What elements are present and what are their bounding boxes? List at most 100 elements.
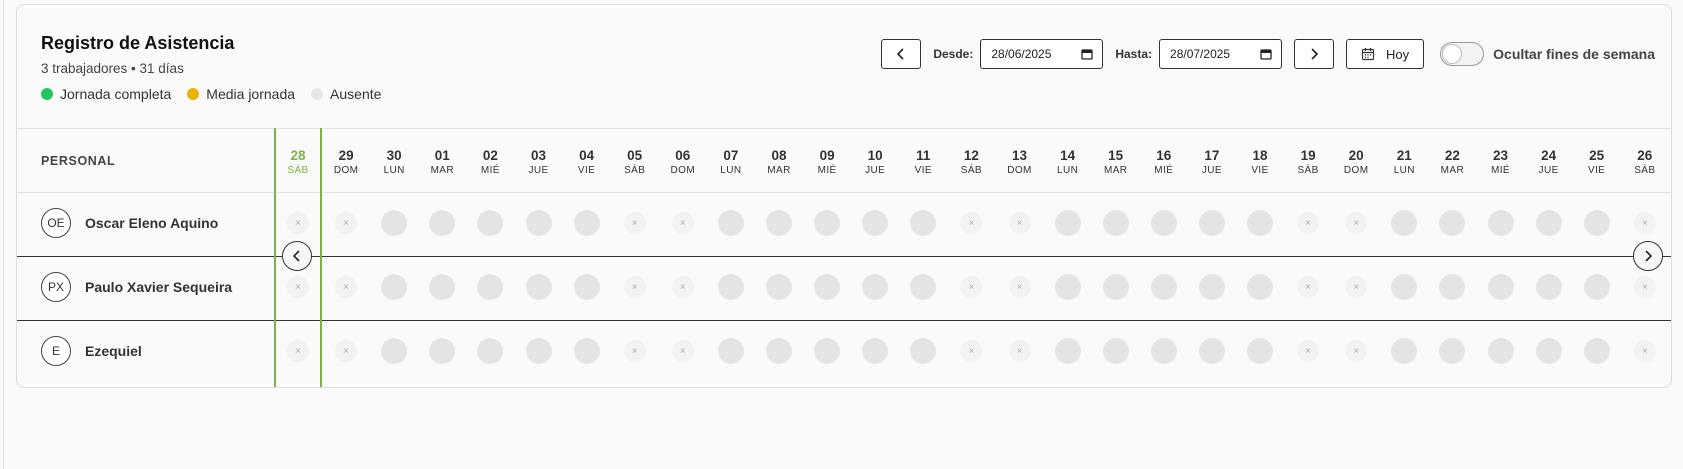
attendance-cell[interactable] <box>1487 274 1514 300</box>
attendance-cell-off[interactable]: × <box>335 212 358 234</box>
attendance-cell[interactable] <box>1487 338 1514 364</box>
attendance-cell[interactable] <box>381 210 408 236</box>
attendance-cell[interactable] <box>525 338 552 364</box>
attendance-cell[interactable] <box>717 210 744 236</box>
attendance-cell-off[interactable]: × <box>1633 212 1656 234</box>
attendance-cell[interactable] <box>573 210 600 236</box>
attendance-cell[interactable] <box>814 338 841 364</box>
calendar-icon[interactable] <box>1260 48 1272 60</box>
attendance-cell[interactable] <box>429 338 456 364</box>
attendance-cell[interactable] <box>910 338 937 364</box>
attendance-cell[interactable] <box>1535 338 1562 364</box>
attendance-cell[interactable] <box>1583 338 1610 364</box>
attendance-cell[interactable] <box>573 274 600 300</box>
attendance-cell-off[interactable]: × <box>671 276 694 298</box>
attendance-cell[interactable] <box>381 274 408 300</box>
attendance-cell-off[interactable]: × <box>335 340 358 362</box>
attendance-cell[interactable] <box>1391 338 1418 364</box>
attendance-cell[interactable] <box>862 338 889 364</box>
attendance-cell-off[interactable]: × <box>960 212 983 234</box>
attendance-cell[interactable] <box>1535 274 1562 300</box>
attendance-cell-off[interactable]: × <box>1633 276 1656 298</box>
attendance-cell[interactable] <box>1487 210 1514 236</box>
attendance-cell[interactable] <box>717 338 744 364</box>
attendance-cell[interactable] <box>814 210 841 236</box>
attendance-cell-off[interactable]: × <box>671 212 694 234</box>
attendance-cell[interactable] <box>477 210 504 236</box>
attendance-cell[interactable] <box>573 338 600 364</box>
calendar-icon[interactable] <box>1081 48 1093 60</box>
attendance-cell-off[interactable]: × <box>1297 276 1320 298</box>
attendance-cell[interactable] <box>1391 210 1418 236</box>
attendance-cell[interactable] <box>1198 338 1225 364</box>
previous-range-button[interactable] <box>881 39 922 69</box>
attendance-cell[interactable] <box>1198 274 1225 300</box>
attendance-cell[interactable] <box>862 274 889 300</box>
attendance-cell[interactable] <box>525 274 552 300</box>
attendance-cell[interactable] <box>477 274 504 300</box>
attendance-cell[interactable] <box>1150 210 1177 236</box>
attendance-cell-off[interactable]: × <box>1297 340 1320 362</box>
attendance-cell[interactable] <box>1391 274 1418 300</box>
attendance-cell[interactable] <box>1054 338 1081 364</box>
attendance-cell[interactable] <box>381 338 408 364</box>
attendance-cell-off[interactable]: × <box>1297 212 1320 234</box>
attendance-cell[interactable] <box>1054 210 1081 236</box>
attendance-cell[interactable] <box>766 274 792 300</box>
attendance-cell[interactable] <box>1150 274 1177 300</box>
attendance-cell[interactable] <box>1247 274 1273 300</box>
attendance-cell[interactable] <box>766 210 792 236</box>
attendance-cell[interactable] <box>1198 210 1225 236</box>
attendance-cell[interactable] <box>717 274 744 300</box>
attendance-cell[interactable] <box>862 210 889 236</box>
scroll-right-button[interactable] <box>1633 241 1663 271</box>
days-header-row: PERSONAL 28 SÁB 29 DOM 30 LUN 01 MAR 02 MIÉ 03 JUE 0… <box>17 128 1671 192</box>
attendance-cell-off[interactable]: × <box>335 276 358 298</box>
attendance-cell-off[interactable]: × <box>1345 276 1368 298</box>
attendance-cell-off[interactable]: × <box>623 276 646 298</box>
attendance-cell[interactable] <box>910 274 937 300</box>
hasta-date-input[interactable]: 28/07/2025 <box>1159 39 1283 69</box>
attendance-cell[interactable] <box>1247 210 1273 236</box>
attendance-cell-off[interactable]: × <box>671 340 694 362</box>
attendance-cell-off[interactable]: × <box>1633 340 1656 362</box>
attendance-cell-off[interactable]: × <box>1008 212 1031 234</box>
attendance-cell-off[interactable]: × <box>623 340 646 362</box>
attendance-cell[interactable] <box>1102 274 1129 300</box>
attendance-cell[interactable] <box>525 210 552 236</box>
attendance-cell-off[interactable]: × <box>960 276 983 298</box>
attendance-cell[interactable] <box>1150 338 1177 364</box>
attendance-cell[interactable] <box>477 338 504 364</box>
attendance-cell[interactable] <box>1583 210 1610 236</box>
hide-weekends-toggle[interactable] <box>1440 42 1485 66</box>
scroll-left-button[interactable] <box>282 241 312 271</box>
attendance-cell[interactable] <box>1439 274 1466 300</box>
day-column-header: 11 VIE <box>899 148 947 176</box>
today-button[interactable]: Hoy <box>1346 39 1425 69</box>
day-number: 13 <box>1011 148 1028 163</box>
attendance-cell[interactable] <box>1535 210 1562 236</box>
next-range-button[interactable] <box>1294 39 1335 69</box>
attendance-cell-off[interactable]: × <box>1345 340 1368 362</box>
desde-date-input[interactable]: 28/06/2025 <box>980 39 1104 69</box>
attendance-cell-off[interactable]: × <box>1008 276 1031 298</box>
attendance-cell[interactable] <box>766 338 792 364</box>
attendance-cell-off[interactable]: × <box>623 212 646 234</box>
personal-column-header: PERSONAL <box>41 154 116 168</box>
attendance-cell[interactable] <box>1054 274 1081 300</box>
attendance-cell-off[interactable]: × <box>1008 340 1031 362</box>
attendance-cell[interactable] <box>1102 210 1129 236</box>
attendance-cell[interactable] <box>429 274 456 300</box>
attendance-cell[interactable] <box>1439 338 1466 364</box>
chevron-left-icon <box>292 250 300 262</box>
attendance-cell[interactable] <box>1583 274 1610 300</box>
attendance-cell[interactable] <box>1102 338 1129 364</box>
day-weekday: VIE <box>1251 165 1269 176</box>
attendance-cell[interactable] <box>1439 210 1466 236</box>
attendance-cell[interactable] <box>814 274 841 300</box>
attendance-cell[interactable] <box>910 210 937 236</box>
attendance-cell-off[interactable]: × <box>960 340 983 362</box>
attendance-cell-off[interactable]: × <box>1345 212 1368 234</box>
attendance-cell[interactable] <box>429 210 456 236</box>
attendance-cell[interactable] <box>1247 338 1273 364</box>
